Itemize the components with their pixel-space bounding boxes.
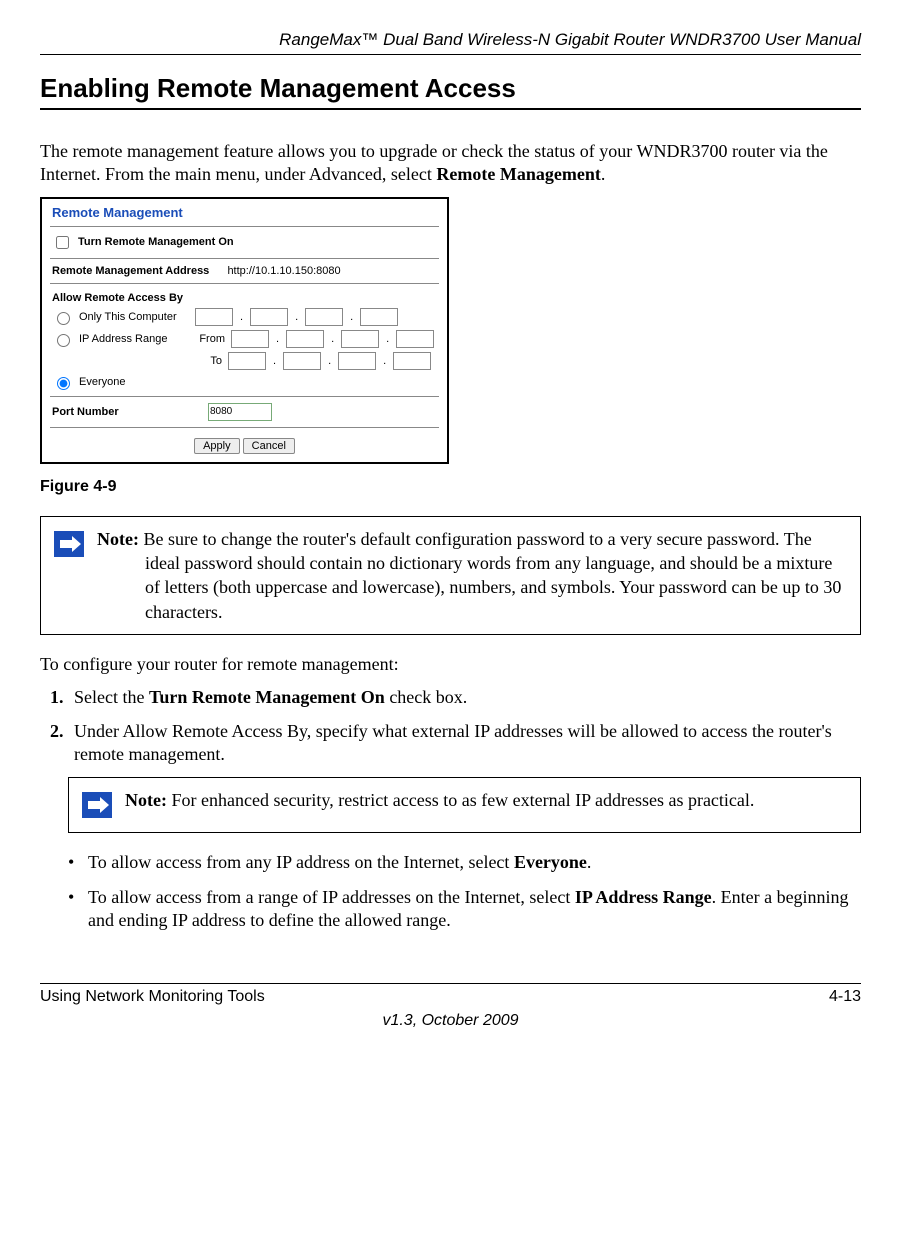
b2-a: To allow access from a range of IP addre… (88, 887, 575, 907)
intro-text-b: . (601, 164, 606, 184)
ip-range-label: IP Address Range (79, 333, 189, 345)
octet-input[interactable] (360, 308, 398, 326)
bullet-list: To allow access from any IP address on t… (68, 851, 861, 933)
arrow-icon (41, 517, 97, 634)
button-row: Apply Cancel (42, 432, 447, 456)
octet-input[interactable] (228, 352, 266, 370)
only-this-row: Only This Computer . . . (42, 306, 447, 328)
note-box-2: Note: For enhanced security, restrict ac… (68, 777, 861, 833)
port-label: Port Number (52, 406, 202, 418)
apply-button[interactable]: Apply (194, 438, 240, 454)
everyone-radio[interactable] (57, 377, 70, 390)
only-this-radio[interactable] (57, 312, 70, 325)
octet-input[interactable] (338, 352, 376, 370)
b1-bold: Everyone (514, 852, 587, 872)
octet-input[interactable] (396, 330, 434, 348)
steps-list: Select the Turn Remote Management On che… (40, 686, 861, 766)
footer-left: Using Network Monitoring Tools (40, 988, 265, 1006)
panel-divider (50, 427, 439, 428)
only-this-label: Only This Computer (79, 311, 189, 323)
bullet-1: To allow access from any IP address on t… (68, 851, 861, 874)
panel-divider (50, 258, 439, 259)
cancel-button[interactable]: Cancel (243, 438, 295, 454)
octet-input[interactable] (231, 330, 269, 348)
note-body: For enhanced security, restrict access t… (171, 790, 754, 810)
octet-input[interactable] (286, 330, 324, 348)
note-label: Note: (125, 790, 171, 810)
turn-on-row: Turn Remote Management On (42, 231, 447, 254)
step1-bold: Turn Remote Management On (149, 687, 385, 707)
note-box-1: Note: Be sure to change the router's def… (40, 516, 861, 635)
ip-range-row: IP Address Range From . . . (42, 328, 447, 350)
octet-input[interactable] (250, 308, 288, 326)
ip-range-to-row: To . . . (42, 350, 447, 372)
remote-management-screenshot: Remote Management Turn Remote Management… (40, 197, 449, 464)
intro-bold: Remote Management (436, 164, 600, 184)
figure-caption: Figure 4-9 (40, 478, 861, 496)
port-row: Port Number (42, 401, 447, 423)
address-value: http://10.1.10.150:8080 (227, 265, 340, 277)
config-intro: To configure your router for remote mana… (40, 653, 861, 676)
panel-divider (50, 283, 439, 284)
from-label: From (195, 333, 225, 345)
arrow-icon (69, 778, 125, 832)
b2-bold: IP Address Range (575, 887, 712, 907)
note-body: Be sure to change the router's default c… (143, 529, 841, 622)
section-heading: Enabling Remote Management Access (40, 73, 861, 104)
footer-version: v1.3, October 2009 (40, 1012, 861, 1030)
octet-input[interactable] (195, 308, 233, 326)
heading-divider (40, 108, 861, 110)
footer-divider (40, 983, 861, 984)
panel-divider (50, 396, 439, 397)
intro-text-a: The remote management feature allows you… (40, 141, 828, 184)
note-text-2: Note: For enhanced security, restrict ac… (125, 778, 860, 832)
to-label: To (192, 355, 222, 367)
doc-header: RangeMax™ Dual Band Wireless-N Gigabit R… (40, 30, 861, 50)
b1-b: . (587, 852, 592, 872)
octet-input[interactable] (305, 308, 343, 326)
footer-page: 4-13 (829, 988, 861, 1006)
header-divider (40, 54, 861, 55)
port-input[interactable] (208, 403, 272, 421)
bullet-2: To allow access from a range of IP addre… (68, 886, 861, 933)
intro-paragraph: The remote management feature allows you… (40, 140, 861, 187)
address-row: Remote Management Address http://10.1.10… (42, 263, 447, 279)
turn-on-checkbox[interactable] (56, 236, 69, 249)
address-label: Remote Management Address (52, 265, 209, 277)
panel-title: Remote Management (42, 199, 447, 222)
step-1: Select the Turn Remote Management On che… (68, 686, 861, 709)
ip-range-radio[interactable] (57, 334, 70, 347)
b1-a: To allow access from any IP address on t… (88, 852, 514, 872)
step1-a: Select the (74, 687, 149, 707)
everyone-row: Everyone (42, 372, 447, 392)
step1-b: check box. (385, 687, 467, 707)
note-label: Note: (97, 529, 143, 549)
turn-on-label: Turn Remote Management On (78, 236, 234, 248)
everyone-label: Everyone (79, 376, 125, 388)
panel-divider (50, 226, 439, 227)
octet-input[interactable] (393, 352, 431, 370)
footer: Using Network Monitoring Tools 4-13 v1.3… (40, 983, 861, 1030)
note-text-1: Note: Be sure to change the router's def… (97, 517, 860, 634)
step-2: Under Allow Remote Access By, specify wh… (68, 720, 861, 767)
allow-section-label: Allow Remote Access By (42, 288, 447, 306)
octet-input[interactable] (283, 352, 321, 370)
octet-input[interactable] (341, 330, 379, 348)
